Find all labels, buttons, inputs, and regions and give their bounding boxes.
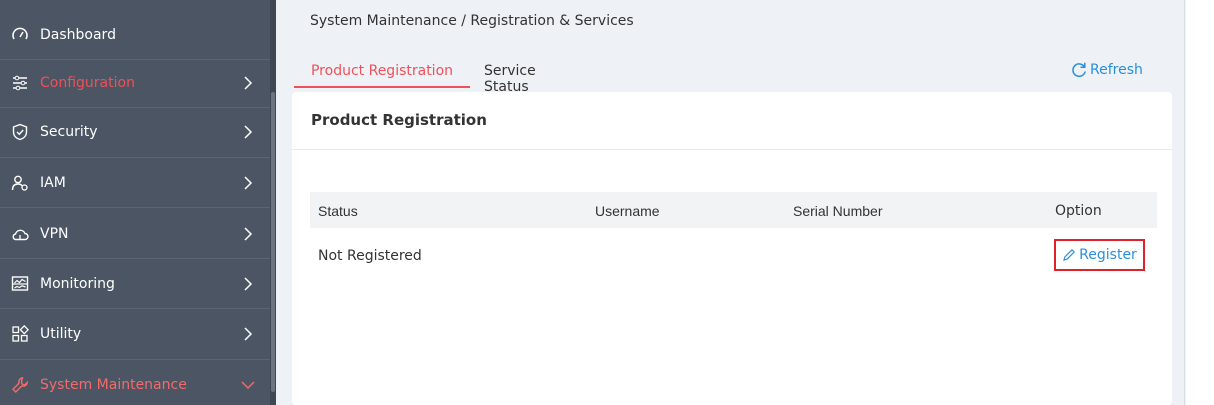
sidebar-item-dashboard[interactable]: Dashboard xyxy=(0,10,270,60)
sidebar-item-label: VPN xyxy=(40,226,69,242)
column-header-serial-number: Serial Number xyxy=(793,203,883,219)
breadcrumb: System Maintenance / Registration & Serv… xyxy=(310,13,634,29)
sidebar-divider xyxy=(0,207,270,208)
active-tab-indicator xyxy=(294,86,470,88)
status-cell: Not Registered xyxy=(318,248,422,264)
chevron-down-icon xyxy=(238,380,258,390)
sidebar-item-label: IAM xyxy=(40,175,66,191)
sidebar-item-label: Dashboard xyxy=(40,27,116,43)
chevron-right-icon xyxy=(238,227,258,241)
card-title: Product Registration xyxy=(311,111,487,129)
dashboard-gauge-icon xyxy=(10,25,30,45)
refresh-icon xyxy=(1072,62,1086,78)
sidebar-scrollbar-thumb[interactable] xyxy=(271,92,275,392)
chevron-right-icon xyxy=(238,76,258,90)
chevron-right-icon xyxy=(238,327,258,341)
users-icon xyxy=(10,173,30,193)
chevron-right-icon xyxy=(238,176,258,190)
column-header-option: Option xyxy=(1055,203,1102,219)
refresh-label: Refresh xyxy=(1090,62,1143,78)
sidebar-item-vpn[interactable]: VPN xyxy=(0,209,270,259)
wrench-icon xyxy=(10,375,30,395)
table-header xyxy=(310,192,1157,228)
sidebar-item-iam[interactable]: IAM xyxy=(0,158,270,208)
refresh-button[interactable]: Refresh xyxy=(1070,61,1143,79)
chevron-right-icon xyxy=(238,277,258,291)
cloud-icon xyxy=(10,224,30,244)
sidebar-item-label: Monitoring xyxy=(40,276,115,292)
register-button[interactable]: Register xyxy=(1054,239,1145,271)
table-row xyxy=(310,232,1157,280)
sliders-icon xyxy=(10,73,30,93)
pencil-icon xyxy=(1063,248,1076,261)
column-header-status: Status xyxy=(318,203,358,219)
register-label: Register xyxy=(1079,247,1137,263)
sidebar-item-label: System Maintenance xyxy=(40,377,187,393)
sidebar-item-label: Security xyxy=(40,124,98,140)
tab-service-status[interactable]: Service Status xyxy=(484,56,536,95)
column-header-username: Username xyxy=(595,203,660,219)
sidebar-item-security[interactable]: Security xyxy=(0,107,270,157)
chevron-right-icon xyxy=(238,125,258,139)
sidebar-item-monitoring[interactable]: Monitoring xyxy=(0,259,270,309)
shield-check-icon xyxy=(10,122,30,142)
monitor-chart-icon xyxy=(10,274,30,294)
sidebar-item-system-maintenance[interactable]: System Maintenance xyxy=(0,360,270,405)
right-border-line xyxy=(1184,0,1185,405)
sidebar-item-label: Utility xyxy=(40,326,82,342)
sidebar-item-utility[interactable]: Utility xyxy=(0,309,270,359)
sidebar-item-label: Configuration xyxy=(40,75,135,91)
grid-icon xyxy=(10,324,30,344)
tab-product-registration[interactable]: Product Registration xyxy=(294,56,470,88)
sidebar-item-configuration[interactable]: Configuration xyxy=(0,58,270,108)
right-gutter xyxy=(1186,0,1214,405)
